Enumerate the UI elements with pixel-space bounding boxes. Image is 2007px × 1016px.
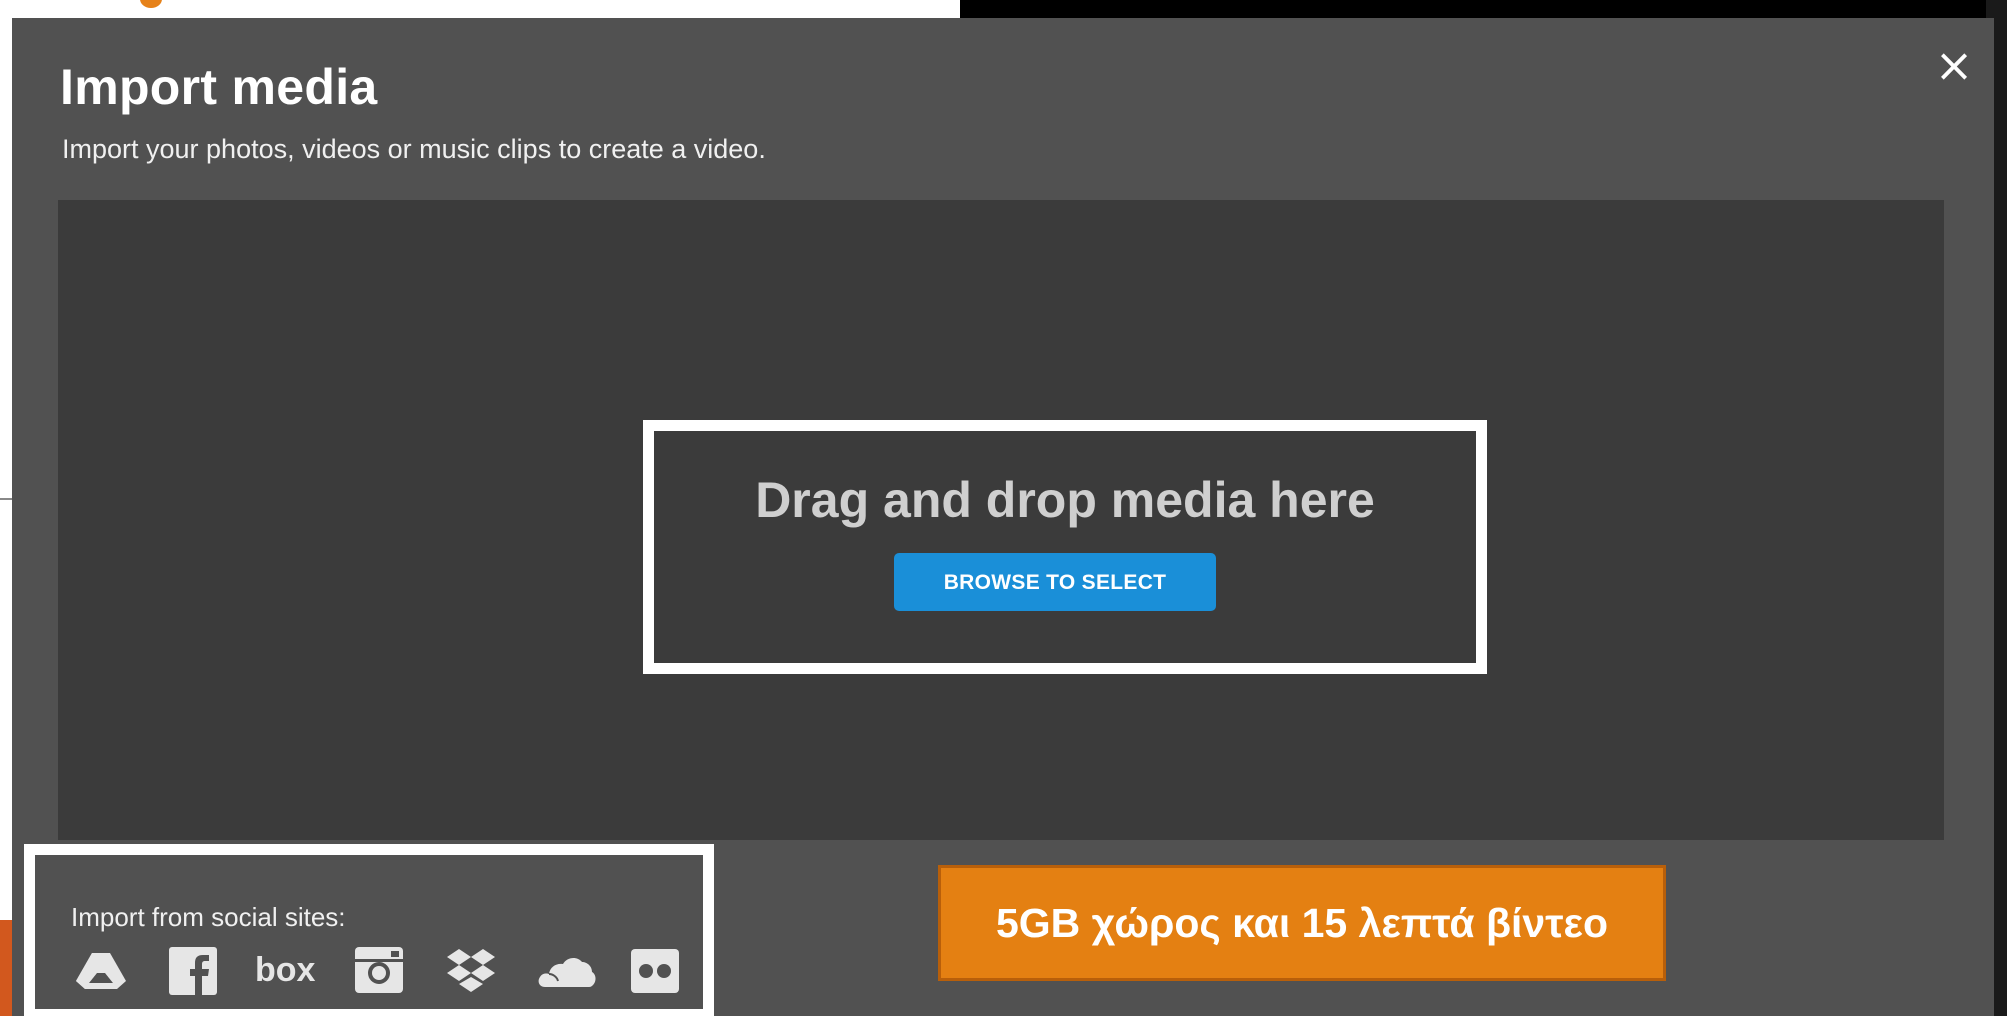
backdrop-dot — [140, 0, 162, 8]
slide-canvas: × Import media Import your photos, video… — [0, 0, 2007, 1016]
modal-title: Import media — [60, 59, 378, 115]
facebook-icon[interactable] — [167, 947, 219, 995]
box-icon[interactable]: box — [255, 947, 321, 995]
social-import-label: Import from social sites: — [71, 902, 346, 932]
box-icon-text: box — [255, 951, 316, 989]
backdrop-divider — [0, 498, 12, 500]
drop-zone-highlight: Drag and drop media here BROWSE TO SELEC… — [643, 420, 1487, 674]
social-import-section: Import from social sites: box — [24, 844, 714, 1016]
onedrive-icon[interactable] — [537, 947, 597, 995]
browse-to-select-button[interactable]: BROWSE TO SELECT — [894, 553, 1216, 611]
import-media-modal: × Import media Import your photos, video… — [12, 18, 1994, 1016]
backdrop-top — [960, 0, 2007, 18]
google-drive-icon[interactable] — [75, 947, 127, 995]
close-icon[interactable]: × — [1932, 42, 1976, 88]
drop-zone[interactable]: Drag and drop media here BROWSE TO SELEC… — [58, 200, 1944, 840]
modal-subtitle: Import your photos, videos or music clip… — [62, 134, 766, 164]
instagram-icon[interactable] — [353, 947, 405, 995]
flickr-icon[interactable] — [629, 947, 681, 995]
dropbox-icon[interactable] — [445, 947, 497, 995]
promo-badge: 5GB χώρος και 15 λεπτά βίντεο — [938, 865, 1666, 981]
drag-drop-text: Drag and drop media here — [755, 472, 1375, 528]
